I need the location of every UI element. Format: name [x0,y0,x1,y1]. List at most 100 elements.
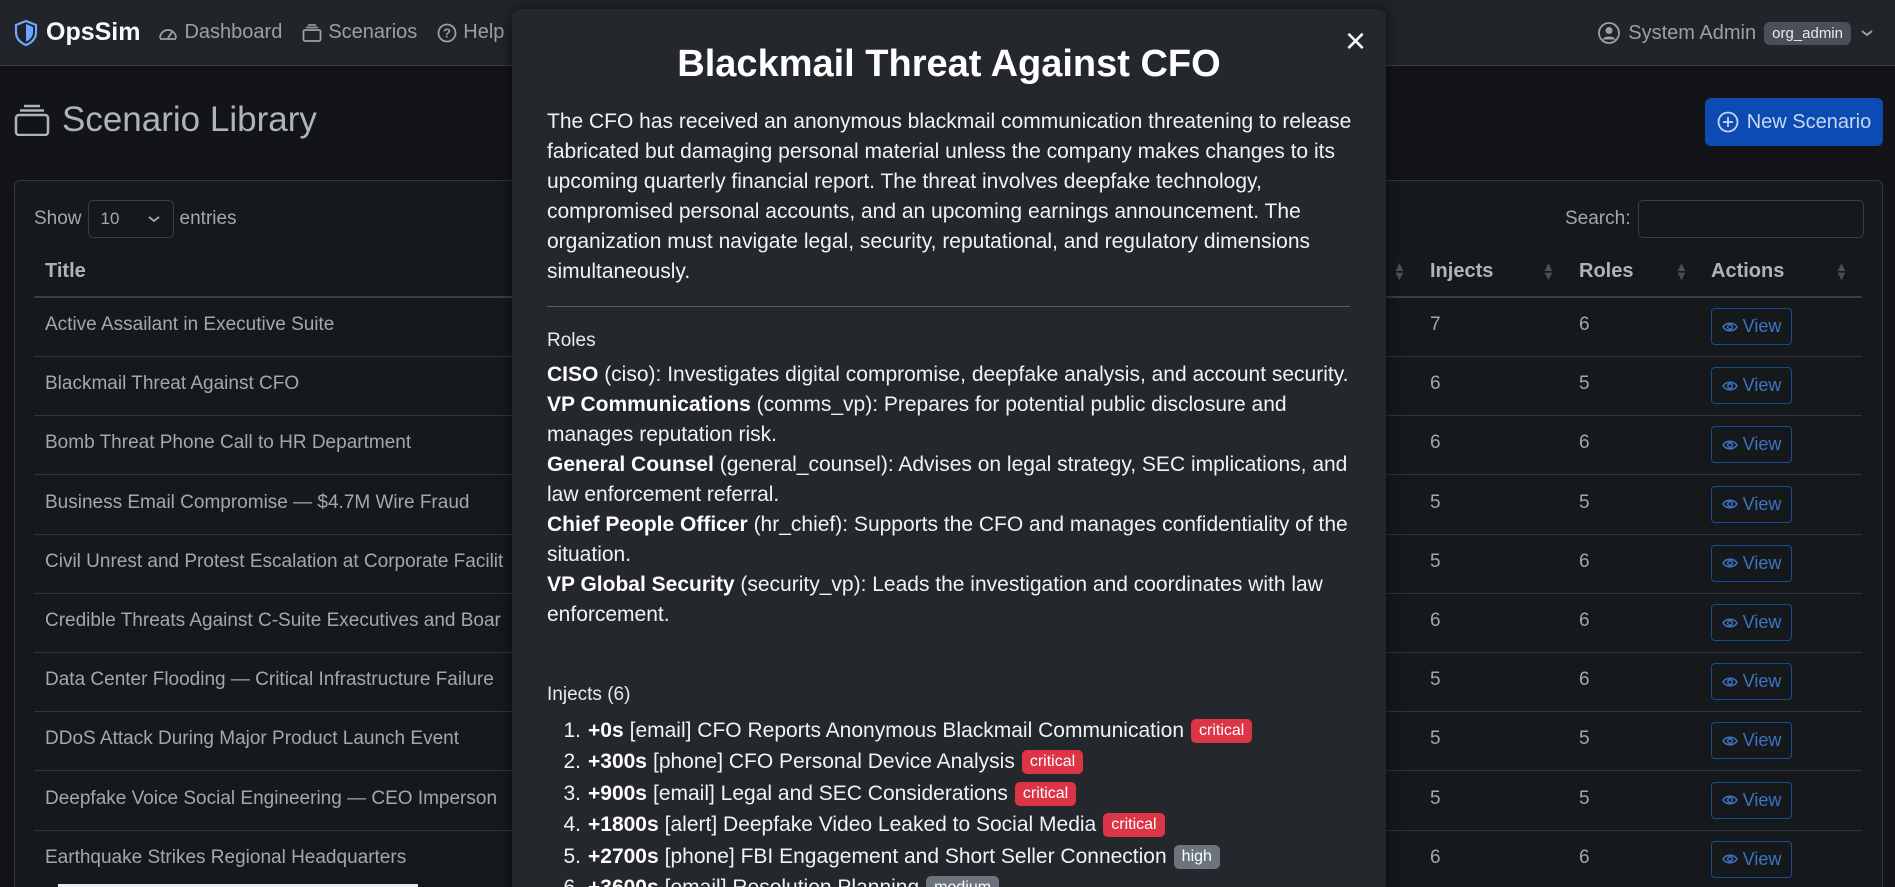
inject-item: 5. +2700s [phone] FBI Engagement and Short… [547,841,1357,873]
role-name: General Counsel [547,453,714,476]
svg-text:?: ? [443,25,451,40]
role-item: Chief People Officer (hr_chief): Support… [547,510,1357,570]
role-name: VP Communications [547,393,751,416]
column-header-injects[interactable]: Injects [1430,260,1493,283]
sort-arrows-icon[interactable]: ▲ ▼ [1393,260,1406,282]
role-name: Chief People Officer [547,513,748,536]
view-label: View [1742,434,1782,455]
entries-select[interactable]: 10 [87,200,174,238]
eye-icon [1721,795,1738,805]
inject-item: 3. +900s [email] Legal and SEC Considerati… [547,778,1357,810]
eye-icon [1721,618,1738,627]
chevron-down-icon [1861,30,1873,37]
view-label: View [1742,552,1782,573]
entries-value: 10 [100,209,120,228]
nav-scenarios[interactable]: Scenarios [302,21,417,44]
view-button[interactable]: View [1711,308,1792,345]
row-injects: 6 [1430,610,1441,631]
role-item: General Counsel (general_counsel): Advis… [547,450,1357,510]
sort-arrows-icon[interactable]: ▲ ▼ [1675,260,1688,282]
roles-heading: Roles [547,330,596,351]
org-badge: org_admin [1764,21,1851,45]
view-button[interactable]: View [1711,367,1792,405]
view-button[interactable]: View [1711,426,1792,464]
inject-number: 3. [563,781,581,805]
modal-title: Blackmail Threat Against CFO [677,43,1221,85]
collection-icon [14,104,50,136]
view-label: View [1742,789,1782,810]
row-injects: 5 [1430,787,1441,809]
view-button[interactable]: View [1711,722,1792,760]
row-injects: 5 [1430,491,1441,513]
view-button[interactable]: View [1711,840,1792,878]
inject-number: 2. [563,750,581,774]
table-search: Search: [1565,200,1865,238]
eye-icon [1721,736,1738,746]
role-desc: : Investigates digital compromise, deepf… [655,363,1349,386]
inject-text: [email] CFO Reports Anonymous Blackmail … [629,718,1184,742]
inject-text: [phone] CFO Personal Device Analysis [652,750,1015,774]
injects-heading: Injects (6) [547,684,631,705]
view-button[interactable]: View [1711,544,1792,582]
column-header-title[interactable]: Title [45,260,86,283]
column-header-roles[interactable]: Roles [1579,260,1633,283]
row-title: Blackmail Threat Against CFO [45,373,300,395]
role-key: (ciso) [604,363,656,386]
speedometer-icon [159,28,178,40]
view-button[interactable]: View [1711,485,1792,523]
plus-circle-icon [1717,111,1739,133]
view-button[interactable]: View [1711,604,1792,641]
inject-item: 6.+3600s [email] Resolution Planning mediu… [547,873,1357,887]
column-header-actions[interactable]: Actions [1711,260,1784,283]
role-key: (security_vp) [740,573,861,596]
new-scenario-button[interactable]: New Scenario [1705,98,1883,146]
new-scenario-label: New Scenario [1746,110,1872,133]
row-title: DDoS Attack During Major Product Launch … [45,728,459,750]
eye-icon [1721,677,1738,687]
row-roles: 5 [1579,787,1590,809]
sort-arrows-icon[interactable]: ▲ ▼ [1835,260,1848,282]
row-roles: 6 [1579,314,1590,335]
view-label: View [1742,316,1782,336]
brand[interactable]: OpsSim [14,18,140,47]
inject-number: 6. [547,876,588,887]
row-title: Active Assailant in Executive Suite [45,314,335,335]
role-item: VP Global Security (security_vp): Leads … [547,570,1357,630]
role-name: VP Global Security [547,573,735,596]
role-item: CISO (ciso): Investigates digital compro… [547,360,1357,390]
severity-badge: critical [1103,813,1165,838]
view-label: View [1742,612,1782,632]
role-item: VP Communications (comms_vp): Prepares f… [547,390,1357,450]
eye-icon [1721,854,1738,864]
row-title: Data Center Flooding — Critical Infrastr… [45,669,494,691]
row-roles: 5 [1579,373,1590,395]
scenario-detail-modal: × Blackmail Threat Against CFO The CFO h… [512,9,1386,887]
user-circle-icon [1598,22,1621,44]
nav-dashboard[interactable]: Dashboard [158,21,282,44]
chevron-down-icon [147,216,160,223]
nav-help[interactable]: ? Help [437,21,504,44]
roles-list: CISO (ciso): Investigates digital compro… [547,360,1357,630]
brand-name: OpsSim [46,18,141,46]
inject-time: +900s [588,781,647,805]
row-title: Credible Threats Against C-Suite Executi… [45,610,501,631]
severity-badge: critical [1021,750,1084,775]
view-button[interactable]: View [1711,781,1792,819]
view-button[interactable]: View [1711,663,1792,701]
injects-list: 1. +0s [email] CFO Reports Anonymous Black… [547,715,1357,887]
severity-badge: critical [1191,718,1253,743]
sort-arrows-icon[interactable]: ▲ ▼ [1542,260,1555,282]
inject-time: +3600s [588,876,659,887]
nav-dashboard-label: Dashboard [184,21,283,43]
user-menu[interactable]: System Admin org_admin [1598,0,1875,66]
page-title-text: Scenario Library [62,100,317,139]
inject-text: [email] Legal and SEC Considerations [652,781,1008,805]
page-title: Scenario Library [14,100,317,140]
inject-time: +2700s [588,844,659,868]
row-roles: 6 [1579,846,1590,868]
search-input[interactable] [1638,200,1865,238]
inject-text: [phone] FBI Engagement and Short Seller … [664,844,1167,868]
user-name: System Admin [1628,21,1757,44]
eye-icon [1721,381,1738,391]
role-key: (comms_vp) [756,393,873,416]
